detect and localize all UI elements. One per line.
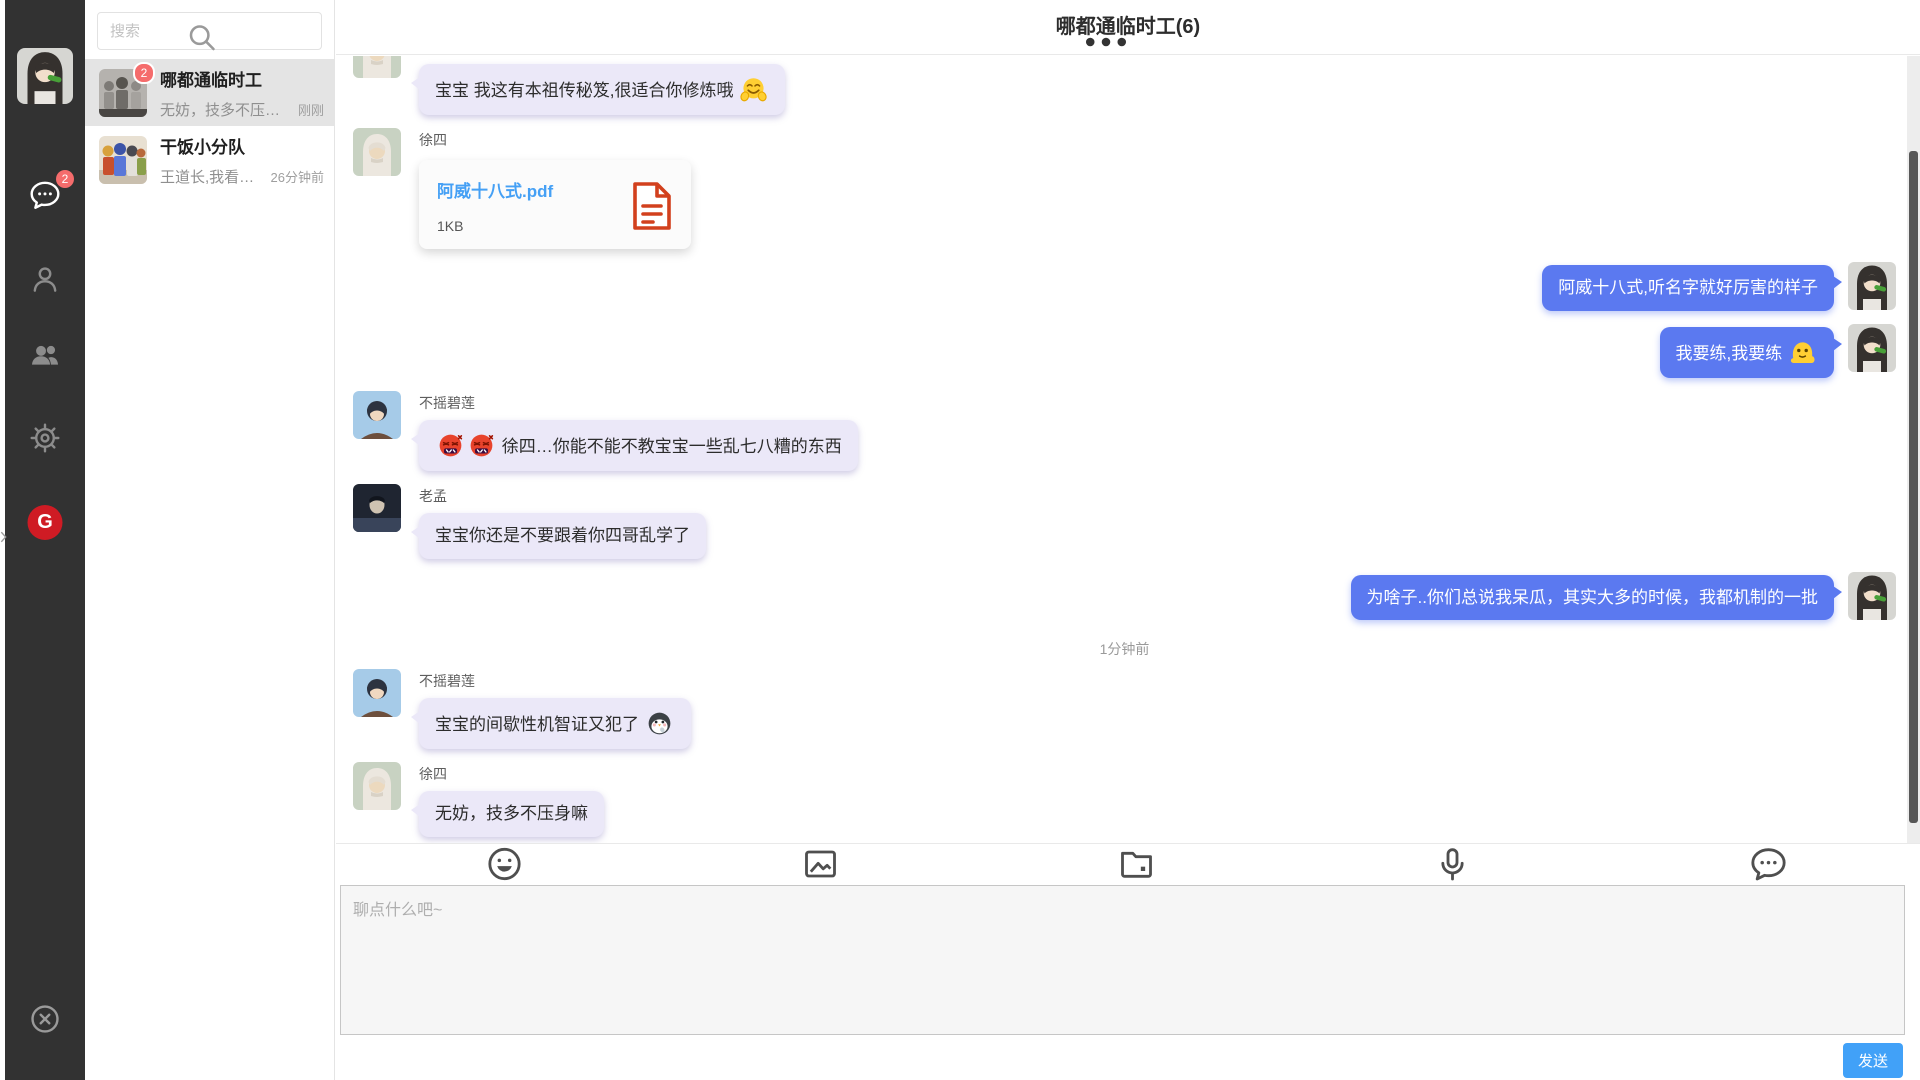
chat-title: 干饭小分队	[160, 133, 324, 158]
message-row: 阿威十八式,听名字就好厉害的样子	[353, 262, 1896, 311]
sender-name: 不摇碧莲	[419, 671, 475, 691]
pdf-file-icon	[631, 181, 673, 231]
logo-letter: G	[37, 511, 53, 534]
chat-time: 26分钟前	[271, 167, 324, 186]
logout-button[interactable]	[28, 1002, 62, 1036]
time-divider: 1分钟前	[1100, 639, 1150, 659]
sidebar-item-groups[interactable]	[28, 337, 62, 371]
scrollbar-thumb[interactable]	[1909, 151, 1918, 823]
message-text: 徐四…你能不能不教宝宝一些乱七八糟的东西	[497, 437, 842, 456]
app-sidebar: 2 G	[5, 0, 85, 1080]
message-bubble[interactable]: 宝宝 我这有本祖传秘笈,很适合你修炼哦	[419, 64, 785, 115]
message-text: 我要练,我要练	[1676, 344, 1787, 363]
self-avatar[interactable]	[1848, 572, 1896, 620]
file-upload-icon[interactable]	[985, 844, 1288, 884]
microphone-icon[interactable]	[1301, 844, 1604, 884]
message-text: 为啥子..你们总说我呆瓜，其实大多的时候，我都机制的一批	[1367, 588, 1818, 607]
composer-toolbar	[336, 843, 1920, 884]
message-list: 宝宝 我这有本祖传秘笈,很适合你修炼哦 徐四阿威十八式.pdf1KB阿威十八式,…	[336, 56, 1920, 843]
徐四-avatar[interactable]	[353, 762, 401, 810]
conversation-list-panel: 2 哪都通临时工 无妨，技多不压身嘛 刚刚 干饭小分队 王道长,我看你才… 26…	[85, 0, 335, 1080]
sender-name: 徐四	[419, 130, 447, 150]
message-bubble[interactable]: 我要练,我要练	[1660, 327, 1834, 378]
emoji-picker-icon[interactable]	[353, 844, 656, 884]
message-row: 老孟宝宝你还是不要跟着你四哥乱学了	[353, 484, 1896, 559]
sender-name: 老孟	[419, 486, 447, 506]
sidebar-unread-badge: 2	[56, 170, 74, 188]
message-text: 无妨，技多不压身嘛	[435, 804, 588, 823]
collapse-chevron-icon[interactable]	[0, 530, 7, 544]
file-attachment-card[interactable]: 阿威十八式.pdf 1KB	[419, 160, 691, 249]
不摇碧莲-avatar[interactable]	[353, 391, 401, 439]
chat-list-item[interactable]: 2 哪都通临时工 无妨，技多不压身嘛 刚刚	[85, 59, 334, 126]
message-row: 宝宝 我这有本祖传秘笈,很适合你修炼哦	[353, 56, 1896, 115]
unread-badge: 2	[133, 62, 155, 84]
sidebar-item-chats[interactable]: 2	[28, 178, 62, 212]
user-avatar[interactable]	[17, 48, 73, 104]
search-row	[85, 0, 334, 59]
message-bubble[interactable]: 阿威十八式,听名字就好厉害的样子	[1542, 265, 1834, 311]
last-message: 王道长,我看你才…	[160, 166, 265, 187]
self-avatar[interactable]	[1848, 262, 1896, 310]
hugging-face-emoji	[739, 75, 768, 104]
message-row: 我要练,我要练	[353, 324, 1896, 378]
message-bubble[interactable]: 为啥子..你们总说我呆瓜，其实大多的时候，我都机制的一批	[1351, 575, 1834, 621]
person-icon	[28, 262, 62, 296]
group-avatar	[99, 136, 147, 184]
file-size: 1KB	[437, 218, 553, 234]
message-text: 宝宝你还是不要跟着你四哥乱学了	[435, 526, 690, 545]
message-row: 徐四阿威十八式.pdf 1KB	[353, 128, 1896, 249]
scrollbar-track	[1907, 56, 1920, 843]
chat-time: 刚刚	[298, 100, 324, 119]
message-input[interactable]	[341, 886, 1904, 1034]
老孟-avatar[interactable]	[353, 484, 401, 532]
close-circle-icon	[28, 1002, 62, 1036]
message-text: 宝宝 我这有本祖传秘笈,很适合你修炼哦	[435, 81, 738, 100]
message-input-box	[340, 885, 1905, 1035]
penguin-emoji	[645, 709, 674, 738]
message-row: 徐四无妨，技多不压身嘛	[353, 762, 1896, 837]
search-icon[interactable]	[90, 19, 313, 55]
徐四-avatar[interactable]	[353, 128, 401, 176]
file-name[interactable]: 阿威十八式.pdf	[437, 177, 553, 202]
不摇碧莲-avatar[interactable]	[353, 669, 401, 717]
self-avatar[interactable]	[353, 56, 401, 78]
send-button[interactable]: 发送	[1843, 1043, 1903, 1078]
message-text: 阿威十八式,听名字就好厉害的样子	[1558, 278, 1818, 297]
search-box	[97, 12, 322, 50]
message-bubble[interactable]: 宝宝你还是不要跟着你四哥乱学了	[419, 513, 706, 559]
chat-history-icon[interactable]	[1617, 844, 1920, 884]
chat-list-item[interactable]: 干饭小分队 王道长,我看你才… 26分钟前	[85, 126, 334, 193]
sender-name: 徐四	[419, 764, 447, 784]
image-upload-icon[interactable]	[669, 844, 972, 884]
sender-name: 不摇碧莲	[419, 393, 475, 413]
message-row: 为啥子..你们总说我呆瓜，其实大多的时候，我都机制的一批	[353, 572, 1896, 621]
enraged-face-emoji	[467, 431, 496, 460]
message-bubble[interactable]: 宝宝的间歇性机智证又犯了	[419, 698, 691, 749]
message-bubble[interactable]: 无妨，技多不压身嘛	[419, 791, 604, 837]
self-avatar[interactable]	[1848, 324, 1896, 372]
melting-face-emoji	[1788, 338, 1817, 367]
message-bubble[interactable]: 徐四…你能不能不教宝宝一些乱七八糟的东西	[419, 420, 858, 471]
conversation-header: 哪都通临时工(6)	[336, 0, 1920, 55]
composer-footer: 发送	[336, 1036, 1920, 1080]
gear-icon	[28, 421, 62, 455]
enraged-face-emoji	[436, 431, 465, 460]
message-text: 宝宝的间歇性机智证又犯了	[435, 715, 644, 734]
last-message: 无妨，技多不压身嘛	[160, 99, 292, 120]
chat-title: 哪都通临时工	[160, 66, 324, 91]
message-row: 不摇碧莲宝宝的间歇性机智证又犯了	[353, 669, 1896, 749]
gitee-logo[interactable]: G	[28, 505, 63, 540]
chat-app: 2 G 2	[0, 0, 1920, 1080]
sidebar-item-contacts[interactable]	[28, 262, 62, 296]
message-row: 不摇碧莲 徐四…你能不能不教宝宝一些乱七八糟的东西	[353, 391, 1896, 471]
sidebar-item-settings[interactable]	[28, 421, 62, 455]
group-icon	[28, 337, 62, 371]
